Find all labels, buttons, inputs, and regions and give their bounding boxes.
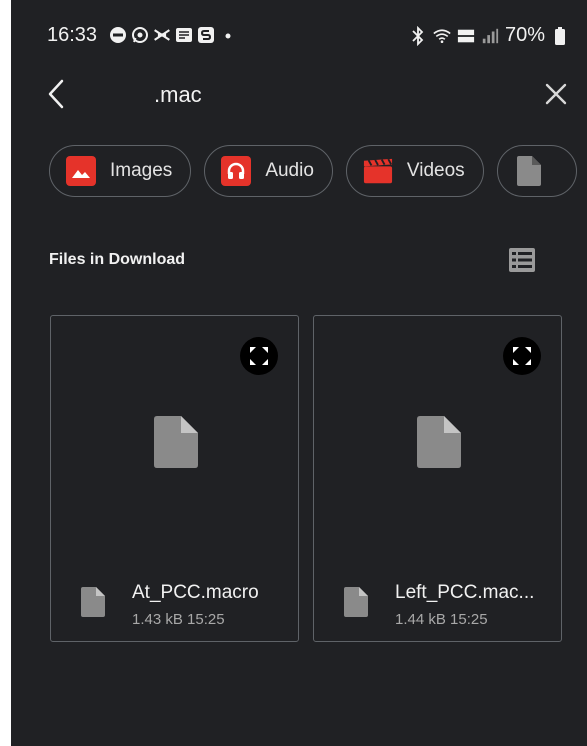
search-toolbar: .mac <box>11 70 587 120</box>
chip-audio[interactable]: Audio <box>204 145 333 197</box>
signal-icon <box>481 27 499 45</box>
chip-videos[interactable]: Videos <box>345 145 484 197</box>
chip-documents[interactable] <box>496 145 577 197</box>
status-time: 16:33 <box>47 24 98 46</box>
bluetooth-icon <box>409 25 427 46</box>
volte-icon <box>457 27 475 45</box>
image-icon <box>66 156 96 186</box>
s-app-icon <box>197 26 215 44</box>
system-icons: 70% <box>409 24 569 47</box>
chip-label: Videos <box>406 160 465 181</box>
clear-search-button[interactable] <box>539 76 573 112</box>
filter-chips: Images Audio Videos <box>49 145 587 197</box>
list-view-icon <box>509 248 535 272</box>
search-query-text[interactable]: .mac <box>154 82 202 108</box>
chip-images[interactable]: Images <box>49 145 192 197</box>
status-bar: 16:33 70% <box>11 0 587 70</box>
expand-preview-button[interactable] <box>503 337 541 375</box>
file-search-screen: 16:33 70% .mac Images Audio Videos Files… <box>11 0 587 746</box>
close-icon <box>545 83 567 105</box>
battery-icon <box>551 26 569 45</box>
file-preview-icon <box>417 416 461 468</box>
file-name: Left_PCC.mac... <box>395 582 535 603</box>
file-preview-icon <box>154 416 198 468</box>
section-title: Files in Download <box>49 251 186 268</box>
halifax-icon <box>153 26 171 44</box>
expand-preview-button[interactable] <box>240 337 278 375</box>
back-button[interactable] <box>41 76 71 112</box>
fullscreen-icon <box>513 347 531 365</box>
file-card[interactable]: Left_PCC.mac... 1.44 kB 15:25 <box>313 315 562 642</box>
clapperboard-icon <box>363 156 393 186</box>
view-toggle-button[interactable] <box>508 247 536 273</box>
wifi-icon <box>433 27 451 45</box>
battery-percentage: 70% <box>504 24 545 46</box>
message-icon <box>175 26 193 44</box>
file-name: At_PCC.macro <box>132 582 259 603</box>
chip-label: Audio <box>265 160 314 181</box>
fullscreen-icon <box>250 347 268 365</box>
headphones-icon <box>221 156 252 186</box>
whatsapp-icon <box>131 26 149 44</box>
document-icon <box>514 156 544 186</box>
chip-label: Images <box>110 160 173 181</box>
dot-icon <box>219 26 237 44</box>
file-icon <box>344 587 368 617</box>
chevron-left-icon <box>48 79 64 109</box>
file-icon <box>81 587 105 617</box>
file-card[interactable]: At_PCC.macro 1.43 kB 15:25 <box>50 315 299 642</box>
dnd-icon <box>109 26 127 44</box>
file-meta: 1.44 kB 15:25 <box>395 611 488 628</box>
notification-icons <box>109 26 237 44</box>
file-meta: 1.43 kB 15:25 <box>132 611 225 628</box>
